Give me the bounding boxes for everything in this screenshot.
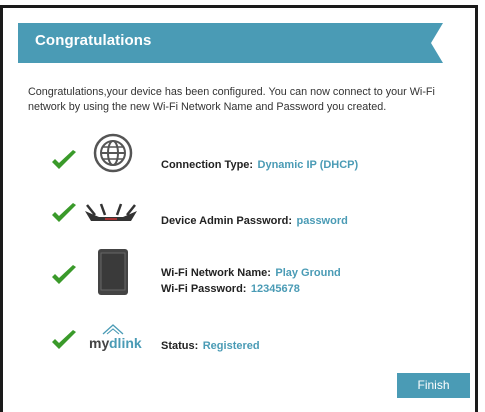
checkmark-icon bbox=[52, 150, 76, 169]
title-banner: Congratulations bbox=[18, 23, 443, 63]
connection-type-row: Connection Type: Dynamic IP (DHCP) bbox=[3, 133, 473, 183]
wifi-name-label: Wi-Fi Network Name: bbox=[161, 267, 271, 279]
admin-password-line: Device Admin Password: password bbox=[161, 211, 348, 229]
finish-button[interactable]: Finish bbox=[397, 373, 470, 398]
connection-type-line: Connection Type: Dynamic IP (DHCP) bbox=[161, 155, 358, 173]
connection-type-label: Connection Type: bbox=[161, 159, 254, 171]
status-line: Status: Registered bbox=[161, 336, 260, 354]
connection-type-value: Dynamic IP (DHCP) bbox=[257, 159, 359, 171]
globe-icon bbox=[93, 133, 133, 173]
wifi-password-value: 12345678 bbox=[250, 283, 300, 295]
wifi-password-line: Wi-Fi Password: 12345678 bbox=[161, 279, 300, 297]
wifi-password-label: Wi-Fi Password: bbox=[161, 283, 247, 295]
status-label: Status: bbox=[161, 340, 199, 352]
page-title: Congratulations bbox=[35, 32, 152, 49]
svg-text:my: my bbox=[89, 335, 109, 351]
confirmation-message: Congratulations,your device has been con… bbox=[28, 86, 435, 113]
wifi-row: Wi-Fi Network Name: Play Ground Wi-Fi Pa… bbox=[3, 248, 473, 303]
checkmark-icon bbox=[52, 265, 76, 284]
mydlink-logo: my dlink bbox=[89, 324, 142, 351]
admin-password-value: password bbox=[296, 215, 348, 227]
checkmark-icon bbox=[52, 203, 76, 222]
mydlink-status-row: my dlink Status: Registered bbox=[3, 320, 473, 360]
wifi-name-value: Play Ground bbox=[275, 267, 341, 279]
router-icon bbox=[85, 203, 137, 221]
status-value: Registered bbox=[202, 340, 260, 352]
setup-dialog: Congratulations Congratulations,your dev… bbox=[0, 5, 478, 412]
checkmark-icon bbox=[52, 330, 76, 349]
admin-password-label: Device Admin Password: bbox=[161, 215, 293, 227]
admin-password-row: Device Admin Password: password bbox=[3, 198, 473, 238]
svg-text:dlink: dlink bbox=[109, 335, 142, 351]
tablet-icon bbox=[98, 249, 128, 295]
